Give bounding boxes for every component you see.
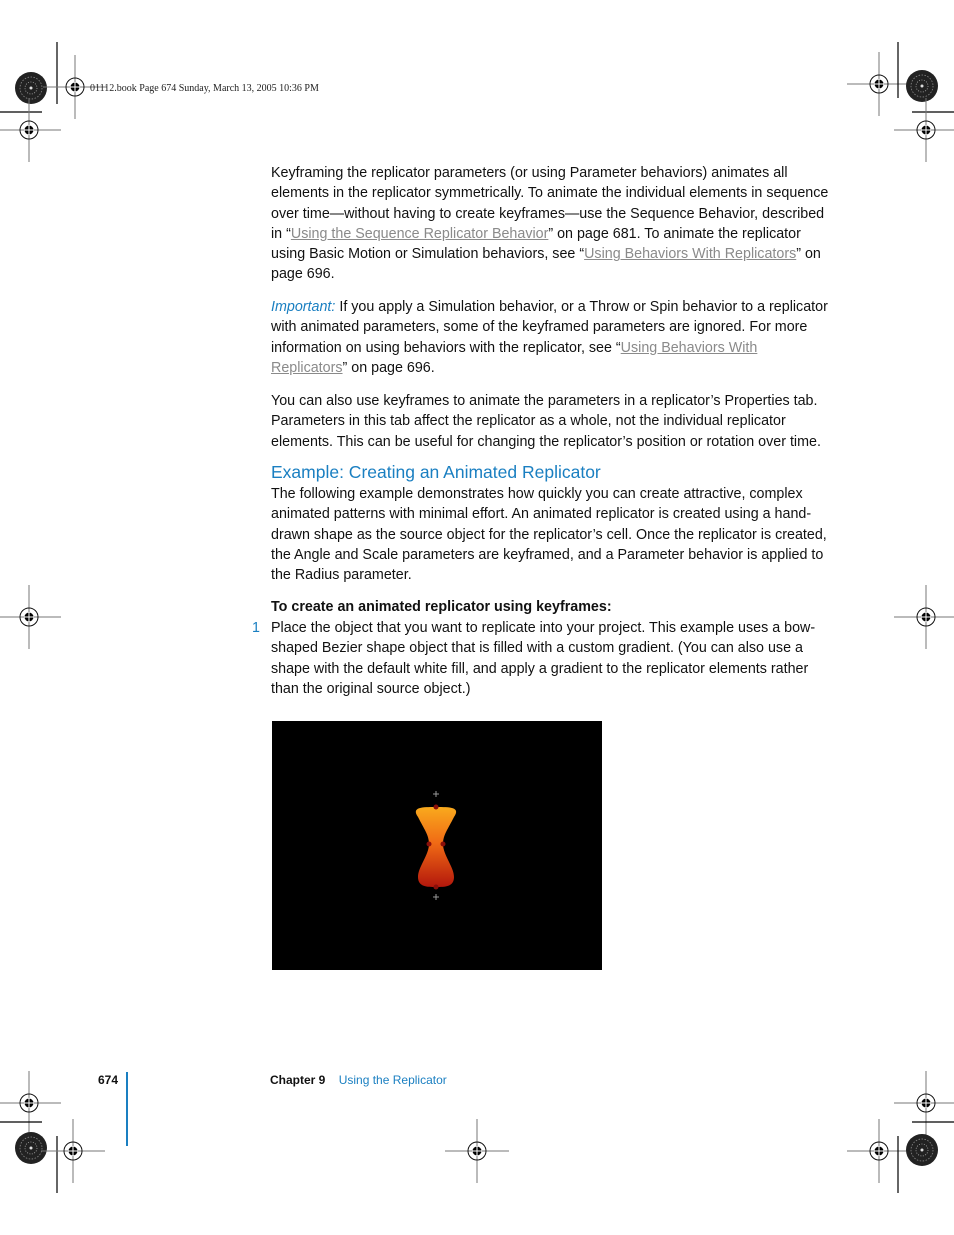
chapter-title: Using the Replicator — [338, 1073, 447, 1087]
anchor-plus-bottom — [433, 894, 439, 900]
registration-mark-left-bottom — [0, 1070, 62, 1136]
registration-mark-right-top — [893, 97, 954, 163]
link-behaviors-with-replicators[interactable]: Using Behaviors With Replicators — [584, 246, 796, 262]
paragraph-keyframing: Keyframing the replicator parameters (or… — [271, 163, 831, 285]
footer-chapter: Chapter 9 Using the Replicator — [270, 1073, 447, 1087]
section-intro: The following example demonstrates how q… — [271, 486, 827, 584]
paragraph-properties-tab: You can also use keyframes to animate th… — [271, 393, 821, 450]
registration-mark-left-middle — [0, 584, 62, 650]
print-slug-line: 01112.book Page 674 Sunday, March 13, 20… — [90, 83, 319, 94]
section-heading: Example: Creating an Animated Replicator — [271, 462, 601, 482]
registration-mark-right-middle — [893, 584, 954, 650]
bow-shape-illustration — [415, 791, 457, 900]
page-number: 674 — [98, 1073, 119, 1087]
important-text: ” on page 696. — [342, 359, 435, 376]
registration-mark-bottom-right — [846, 1118, 912, 1184]
important-label: Important: — [271, 299, 336, 315]
procedure-title: To create an animated replicator using k… — [271, 599, 612, 615]
anchor-plus-top — [433, 791, 439, 797]
step-number: 1 — [252, 620, 260, 636]
important-note: Important: If you apply a Simulation beh… — [271, 297, 831, 378]
registration-mark-bottom-left — [40, 1118, 106, 1184]
starburst-mark-top-right — [905, 69, 939, 103]
link-sequence-replicator-behavior[interactable]: Using the Sequence Replicator Behavior — [291, 226, 549, 242]
chapter-label: Chapter 9 — [270, 1073, 326, 1087]
step-text: Place the object that you want to replic… — [271, 620, 816, 697]
starburst-mark-bottom-right — [905, 1133, 939, 1167]
registration-mark-bottom-center — [444, 1118, 510, 1184]
registration-mark-left-top — [0, 97, 62, 163]
starburst-mark-bottom-left — [14, 1131, 48, 1165]
footer-divider — [126, 1072, 128, 1146]
starburst-mark-top-left — [14, 71, 48, 105]
bow-shape — [415, 807, 457, 887]
registration-mark-right-bottom — [893, 1070, 954, 1136]
figure-bezier-shape — [272, 721, 602, 970]
registration-mark-top-right — [846, 51, 912, 117]
